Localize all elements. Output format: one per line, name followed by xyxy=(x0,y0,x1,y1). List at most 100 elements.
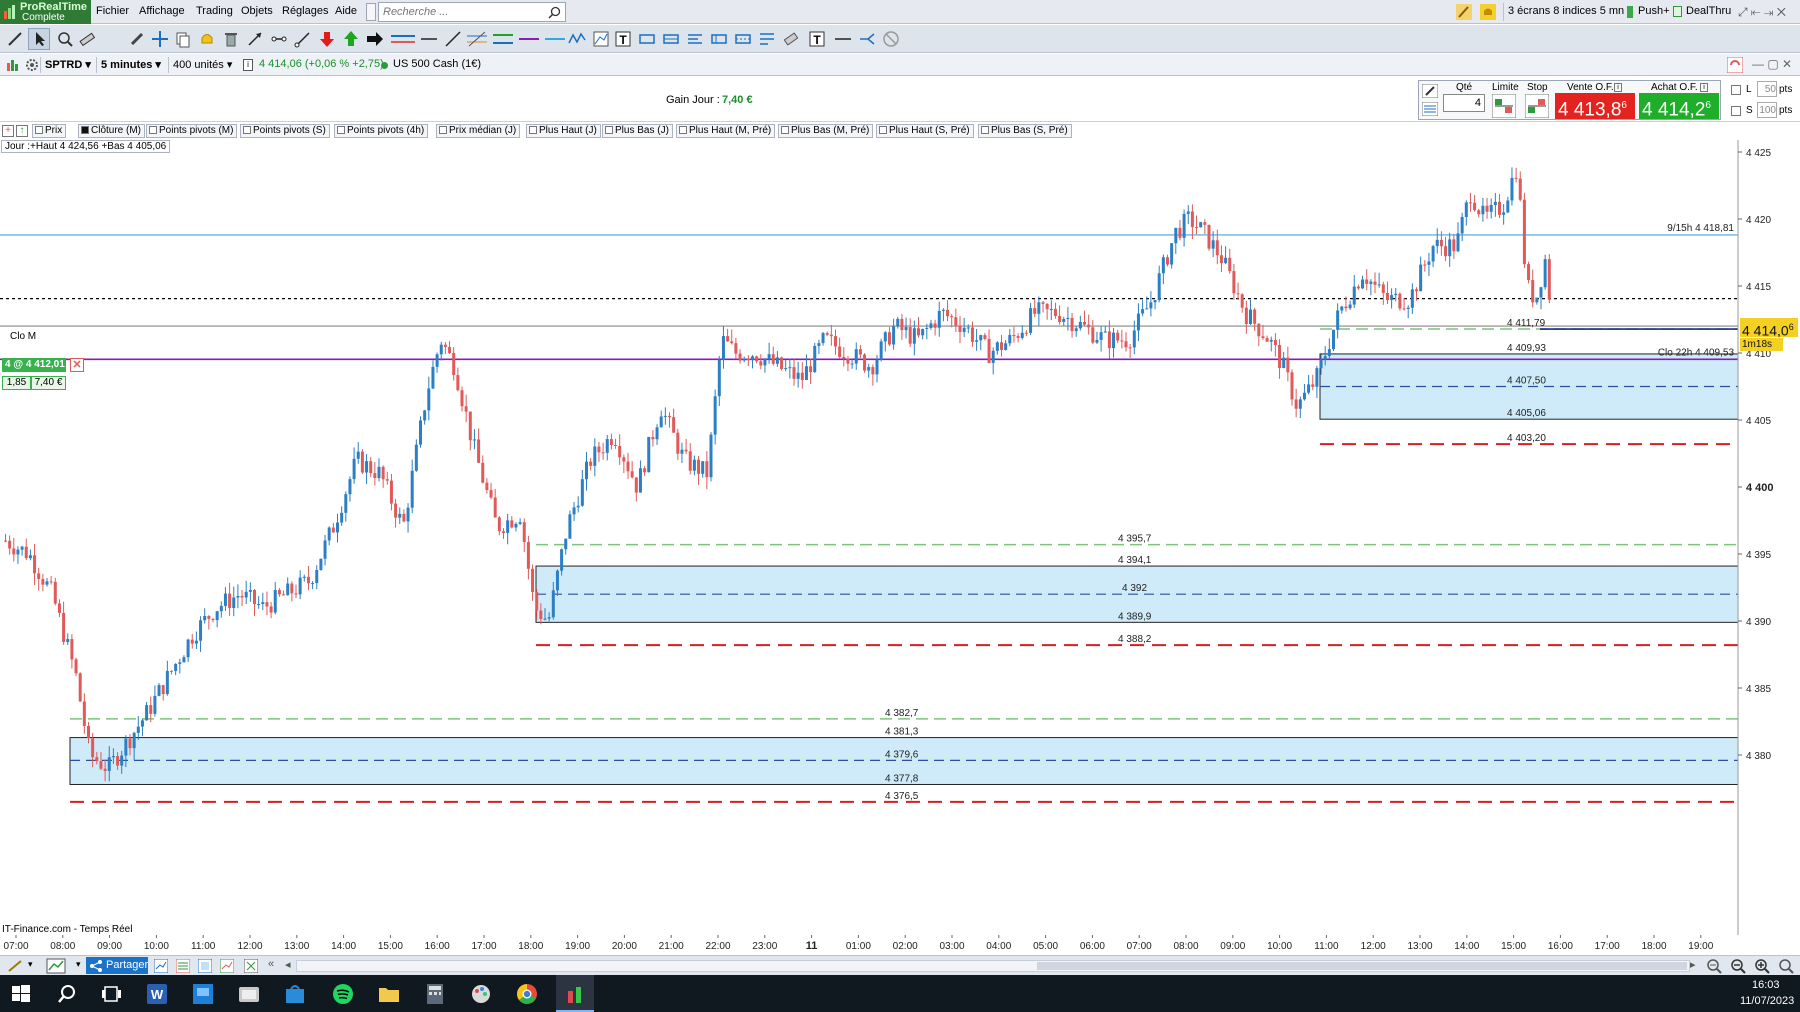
paint-icon[interactable] xyxy=(468,981,494,1007)
stop-checkbox[interactable] xyxy=(1731,106,1741,116)
chart-tab-icon-2[interactable] xyxy=(176,959,190,973)
indicator-chip[interactable]: Plus Haut (S, Pré) xyxy=(876,124,974,138)
word-icon[interactable]: W xyxy=(144,981,170,1007)
folder-icon[interactable] xyxy=(376,981,402,1007)
file-manager-icon[interactable] xyxy=(236,981,262,1007)
indicator-chip[interactable]: Plus Bas (J) xyxy=(602,124,673,138)
ruler-icon[interactable] xyxy=(78,30,96,48)
no-drawing-icon[interactable] xyxy=(882,30,900,48)
windows-start-icon[interactable] xyxy=(8,981,34,1007)
indicator-checkbox[interactable] xyxy=(243,126,251,134)
indicator-checkbox[interactable] xyxy=(981,126,989,134)
order-book-icon[interactable] xyxy=(1422,102,1438,116)
alert-bell-icon[interactable] xyxy=(1480,4,1496,20)
timeframe-dropdown[interactable]: 5 minutes ▾ xyxy=(96,57,165,73)
zone-icon-2[interactable] xyxy=(662,30,680,48)
price-chart[interactable]: 4 411,79 4 409,93 4 407,50 4 405,06 4 403,20… xyxy=(0,140,1800,935)
indicator-chip[interactable]: Points pivots (4h) xyxy=(334,124,429,138)
info-icon[interactable]: i xyxy=(243,59,253,71)
buy-button[interactable]: 4 414,26 xyxy=(1639,93,1719,120)
scroll-right-icon[interactable]: ▸ xyxy=(1690,958,1696,971)
trash-icon[interactable] xyxy=(222,30,240,48)
refresh-icon[interactable] xyxy=(1727,57,1743,73)
units-dropdown[interactable]: 400 unités ▾ xyxy=(168,57,236,73)
workspace-button[interactable]: 3 écrans 8 indices 5 mn xyxy=(1503,3,1628,21)
chart-tab-icon-4[interactable] xyxy=(220,959,234,973)
scrollbar-thumb[interactable] xyxy=(1037,962,1687,970)
indicator-checkbox[interactable] xyxy=(35,126,43,134)
zone-icon-1[interactable] xyxy=(638,30,656,48)
menu-affichage[interactable]: Affichage xyxy=(139,5,185,17)
menu-aide[interactable]: Aide xyxy=(335,5,357,17)
indicator-checkbox[interactable] xyxy=(781,126,789,134)
indicator-checkbox[interactable] xyxy=(879,126,887,134)
copy-icon[interactable] xyxy=(174,30,192,48)
zone-icon-5[interactable] xyxy=(734,30,752,48)
symbol-dropdown[interactable]: SPTRD ▾ xyxy=(40,57,95,73)
position-label[interactable]: 4 @ 4 412,01 xyxy=(2,358,66,372)
indicator-checkbox[interactable] xyxy=(679,126,687,134)
buy-arrow-icon[interactable] xyxy=(342,30,360,48)
cursor-icon[interactable] xyxy=(31,30,49,48)
right-arrow-icon[interactable] xyxy=(366,30,384,48)
dealthru-button[interactable]: DealThru xyxy=(1682,3,1735,21)
hline-icon[interactable] xyxy=(420,30,438,48)
menu-fichier[interactable]: Fichier xyxy=(96,5,129,17)
search-box[interactable] xyxy=(378,2,566,22)
zone-icon-6[interactable] xyxy=(758,30,776,48)
dash-line-icon[interactable] xyxy=(834,30,852,48)
qty-input[interactable] xyxy=(1443,94,1485,112)
chart-window-controls-icon[interactable]: — ▢ ✕ xyxy=(1752,57,1792,71)
chart-tab-icon-3[interactable] xyxy=(198,959,212,973)
close-position-icon[interactable]: ✕ xyxy=(70,358,84,372)
grid-chart-icon[interactable] xyxy=(592,30,610,48)
search-icon[interactable] xyxy=(548,6,561,19)
fork-icon[interactable] xyxy=(858,30,876,48)
eraser-icon[interactable] xyxy=(782,30,800,48)
zoom-reset-icon[interactable] xyxy=(1778,958,1794,974)
brush-dropdown-icon[interactable]: ▾ xyxy=(28,959,33,970)
task-view-icon[interactable] xyxy=(98,981,124,1007)
app-blue-icon[interactable] xyxy=(190,981,216,1007)
indicator-chip[interactable]: Plus Bas (M, Pré) xyxy=(778,124,874,138)
indicator-chip[interactable]: Plus Haut (J) xyxy=(526,124,601,138)
move-icon[interactable] xyxy=(151,30,169,48)
settings-gear-icon[interactable] xyxy=(25,58,39,72)
line-icon[interactable] xyxy=(444,30,462,48)
indicator-chip[interactable]: Plus Haut (M, Pré) xyxy=(676,124,776,138)
indicator-chip[interactable]: Clôture (M) xyxy=(78,124,146,138)
limit-order-button[interactable] xyxy=(1492,94,1516,118)
zone-icon-4[interactable] xyxy=(710,30,728,48)
blue-line-icon[interactable] xyxy=(544,30,566,48)
stop-order-button[interactable] xyxy=(1525,94,1549,118)
arrow-line-icon[interactable] xyxy=(246,30,264,48)
add-chart-icon[interactable] xyxy=(46,958,66,974)
zoom-fit-icon[interactable] xyxy=(1706,958,1722,974)
menu-reglages[interactable]: Réglages xyxy=(282,5,328,17)
calculator-icon[interactable] xyxy=(422,981,448,1007)
scroll-left-icon[interactable]: ◂ xyxy=(285,958,291,971)
indicator-checkbox[interactable] xyxy=(81,126,89,134)
draw-brush-icon[interactable] xyxy=(6,958,24,974)
indicator-chip[interactable]: Plus Bas (S, Pré) xyxy=(978,124,1072,138)
indicator-checkbox[interactable] xyxy=(529,126,537,134)
chart-settings-icon[interactable]: ↑ xyxy=(16,125,28,137)
indicator-chip[interactable]: Points pivots (M) xyxy=(146,124,238,138)
zone-icon-3[interactable] xyxy=(686,30,704,48)
sell-button[interactable]: 4 413,86 xyxy=(1555,93,1635,120)
zoom-in-icon[interactable] xyxy=(1754,958,1770,974)
trendline-icon[interactable] xyxy=(294,30,312,48)
s-points-input[interactable] xyxy=(1757,102,1777,118)
search-input[interactable] xyxy=(379,3,539,21)
scroll-start-icon[interactable]: « xyxy=(268,958,274,970)
chrome-icon[interactable] xyxy=(514,981,540,1007)
pencil-icon[interactable] xyxy=(1456,4,1472,20)
indicator-chip[interactable]: Points pivots (S) xyxy=(240,124,330,138)
indicator-checkbox[interactable] xyxy=(605,126,613,134)
zoom-icon[interactable] xyxy=(56,30,74,48)
brush-icon[interactable] xyxy=(128,30,146,48)
indicator-checkbox[interactable] xyxy=(337,126,345,134)
menu-objets[interactable]: Objets xyxy=(241,5,273,17)
push-button[interactable]: Push+ xyxy=(1634,3,1674,21)
chart-tab-icon-1[interactable] xyxy=(154,959,168,973)
